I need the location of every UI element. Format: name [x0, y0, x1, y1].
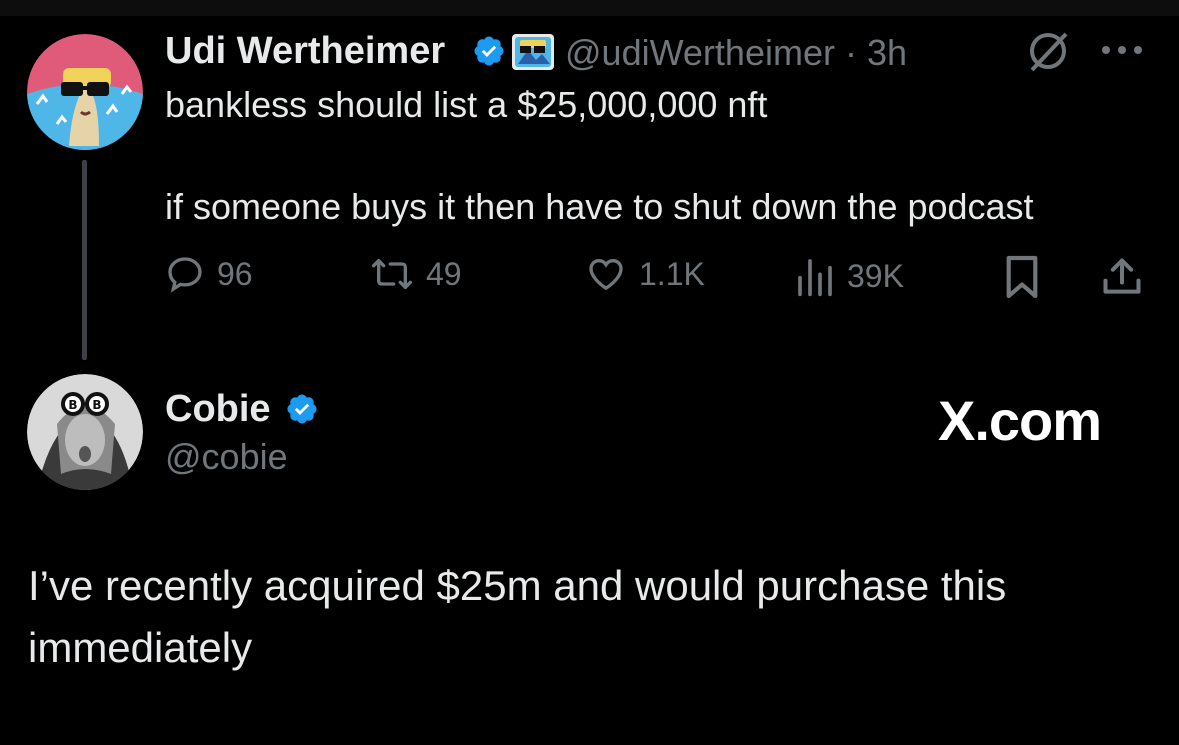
tweet-text-line-1: bankless should list a $25,000,000 nft	[165, 84, 768, 125]
views-button[interactable]: 39K	[795, 254, 904, 298]
separator-dot: ·	[844, 32, 857, 73]
reply-author-handle[interactable]: @cobie	[165, 436, 288, 478]
avatar-cobie[interactable]: B B	[27, 374, 143, 490]
share-icon	[1103, 258, 1141, 294]
share-button[interactable]	[1100, 254, 1144, 300]
x-com-watermark: X.com	[938, 389, 1102, 452]
more-icon[interactable]	[1098, 40, 1146, 65]
reply-author-name[interactable]: Cobie	[165, 388, 271, 431]
reply-icon	[168, 257, 202, 293]
grok-icon	[512, 32, 554, 77]
repost-count: 49	[426, 255, 462, 292]
bookmark-icon	[1006, 255, 1038, 299]
tweet-text-line-2: if someone buys it then have to shut dow…	[165, 186, 1034, 227]
status-bar-strip	[0, 0, 1179, 16]
bookmark-button[interactable]	[1003, 254, 1041, 300]
verified-badge-icon	[472, 34, 506, 73]
views-count: 39K	[847, 257, 904, 294]
grok-slash-icon[interactable]	[1020, 28, 1076, 79]
reply-text-line-1: I’ve recently acquired $25m and would pu…	[28, 562, 1007, 609]
reply-button[interactable]: 96	[165, 254, 253, 294]
reply-count: 96	[217, 255, 253, 292]
svg-text:B: B	[68, 398, 77, 412]
like-icon	[589, 258, 623, 291]
reply-text-line-2: immediately	[28, 624, 253, 671]
views-icon	[798, 259, 832, 297]
thread-connector-line	[82, 160, 87, 360]
author-name[interactable]: Udi Wertheimer	[165, 30, 445, 73]
tweet-time[interactable]: 3h	[867, 32, 907, 73]
avatar-udi[interactable]	[27, 34, 143, 150]
like-count: 1.1K	[639, 255, 705, 292]
author-handle[interactable]: @udiWertheimer	[565, 32, 835, 73]
repost-button[interactable]: 49	[370, 254, 462, 294]
like-button[interactable]: 1.1K	[585, 254, 705, 294]
svg-text:B: B	[92, 398, 101, 412]
reply-verified-badge-icon	[285, 392, 319, 431]
repost-icon	[371, 259, 412, 289]
